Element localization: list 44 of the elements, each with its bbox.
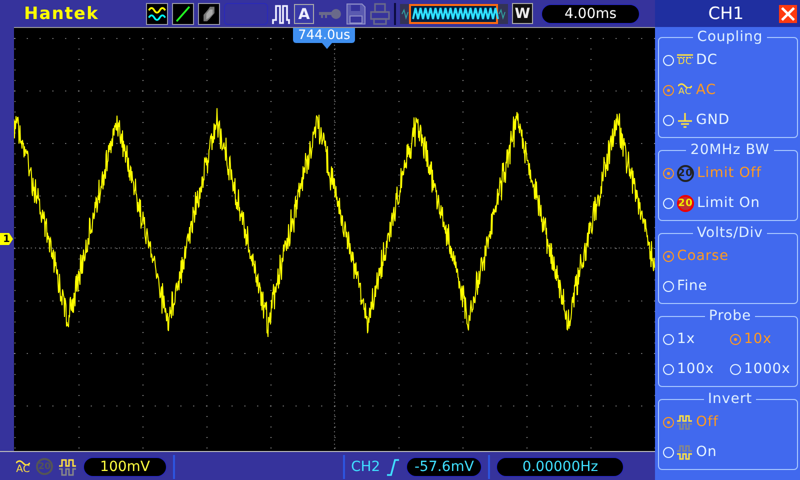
empty-slot	[224, 2, 268, 24]
menu-title: CH1	[707, 4, 745, 24]
radio-option[interactable]: 20 Limit On	[663, 188, 797, 218]
mode-button[interactable]: W	[512, 3, 533, 24]
xy-mode-icon[interactable]	[172, 2, 194, 24]
square-wave-icon	[677, 444, 693, 460]
channel-scale-readout: 100mV	[83, 456, 167, 476]
group-title: 20MHz BW	[689, 142, 771, 158]
radio-option[interactable]: 20 Limit Off	[663, 158, 797, 188]
bandwidth-icon: 20	[677, 164, 694, 182]
bandwidth-limit-icon: 20	[677, 194, 694, 212]
radio-option[interactable]: Fine	[663, 271, 797, 301]
radio-option[interactable]: GND	[663, 105, 797, 135]
timebase-readout: 4.00ms	[541, 4, 640, 24]
ground-icon	[677, 112, 693, 128]
group-title: Volts/Div	[696, 225, 764, 241]
memory-waveform-icon	[400, 4, 508, 24]
group-title: Invert	[706, 391, 754, 407]
trigger-pointer-icon	[322, 43, 332, 49]
radio-option[interactable]: Coarse	[663, 241, 797, 271]
trigger-source-label: CH2	[351, 458, 380, 474]
radio-option[interactable]: 1000x	[730, 354, 797, 384]
square-wave-icon	[59, 458, 77, 476]
rising-edge-icon	[386, 456, 400, 476]
radio-option[interactable]: Off	[663, 407, 797, 437]
save-icon[interactable]	[346, 2, 366, 24]
group-title: Probe	[708, 308, 752, 324]
waveform-display-icon[interactable]	[146, 2, 168, 24]
radio-option[interactable]: 100x	[663, 354, 730, 384]
radio-option[interactable]: 10x	[730, 324, 797, 354]
pulse-icon[interactable]	[272, 2, 290, 24]
radio-option[interactable]: On	[663, 437, 797, 467]
auto-button[interactable]: A	[294, 4, 314, 24]
bandwidth-icon: 20	[36, 458, 53, 475]
group-title: Coupling	[696, 29, 764, 45]
frequency-readout: 0.00000Hz	[496, 456, 624, 476]
brand-logo: Hantek	[24, 4, 100, 24]
square-wave-icon	[677, 414, 693, 430]
trigger-position-label: 744.0us	[293, 28, 356, 43]
close-icon[interactable]	[779, 4, 797, 22]
persistence-icon[interactable]	[198, 2, 220, 24]
channel-marker: 1	[0, 233, 13, 245]
radio-option[interactable]: 1x	[663, 324, 730, 354]
trigger-level-readout: -57.6mV	[406, 456, 482, 476]
